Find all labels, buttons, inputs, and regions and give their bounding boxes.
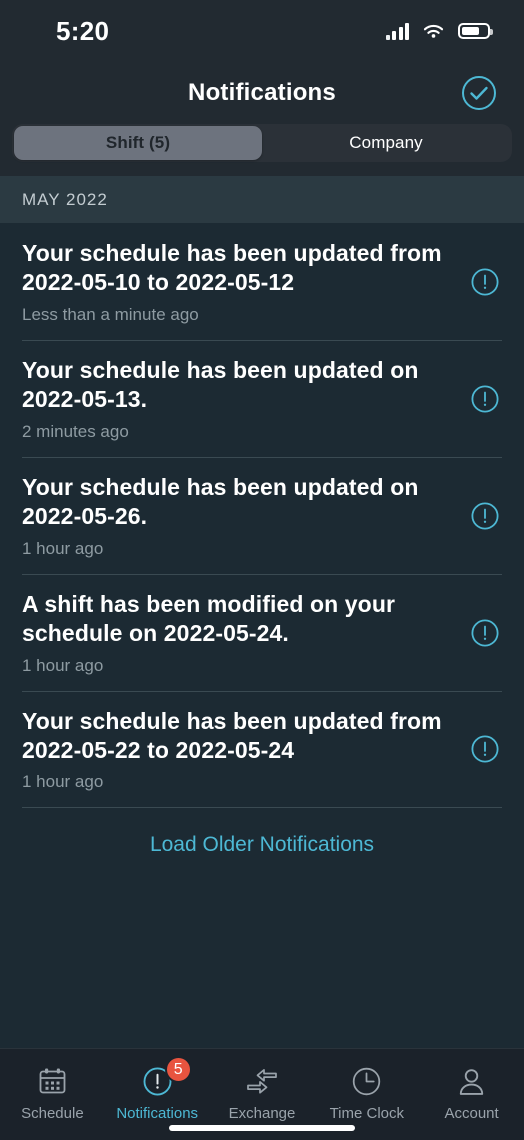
segmented-control-wrapper: Shift (5) Company <box>0 124 524 176</box>
notification-timestamp: 1 hour ago <box>22 655 104 675</box>
alert-circle-icon <box>471 619 499 647</box>
notification-row[interactable]: Your schedule has been updated on 2022-0… <box>0 339 524 457</box>
tab-notifications-label: Notifications <box>116 1105 199 1122</box>
section-header-may-2022: MAY 2022 <box>0 176 524 223</box>
home-indicator <box>169 1125 355 1131</box>
notification-timestamp: 1 hour ago <box>22 538 104 558</box>
notification-title: Your schedule has been updated on 2022-0… <box>22 356 419 413</box>
tab-exchange-icon-wrapper <box>244 1060 280 1102</box>
tab-shift[interactable]: Shift (5) <box>14 126 262 160</box>
notification-content: Your schedule has been updated on 2022-0… <box>22 356 468 442</box>
notification-status-button[interactable] <box>468 499 502 533</box>
notification-timestamp: 2 minutes ago <box>22 421 129 441</box>
notification-status-button[interactable] <box>468 382 502 416</box>
tab-company[interactable]: Company <box>262 126 510 160</box>
battery-icon <box>458 23 493 39</box>
notification-timestamp: Less than a minute ago <box>22 304 199 324</box>
notification-content: Your schedule has been updated on 2022-0… <box>22 473 468 559</box>
notification-status-button[interactable] <box>468 732 502 766</box>
tab-account-icon-wrapper <box>456 1060 487 1102</box>
notification-row[interactable]: Your schedule has been updated from 2022… <box>0 690 524 808</box>
wifi-icon <box>423 24 444 38</box>
notification-content: A shift has been modified on your schedu… <box>22 590 468 676</box>
notification-title: A shift has been modified on your schedu… <box>22 590 396 647</box>
notification-content: Your schedule has been updated from 2022… <box>22 239 468 325</box>
person-icon <box>459 1068 484 1095</box>
tab-schedule[interactable]: Schedule <box>0 1060 105 1140</box>
alert-circle-icon <box>471 385 499 413</box>
notification-title: Your schedule has been updated from 2022… <box>22 707 442 763</box>
notification-row[interactable]: Your schedule has been updated on 2022-0… <box>0 456 524 574</box>
page-title: Notifications <box>188 79 336 106</box>
status-bar: 5:20 <box>0 0 524 62</box>
notification-title: Your schedule has been updated on 2022-0… <box>22 473 419 530</box>
alert-circle-icon <box>471 502 499 530</box>
notification-row[interactable]: A shift has been modified on your schedu… <box>0 573 524 691</box>
swap-arrows-icon <box>247 1068 277 1094</box>
tab-schedule-label: Schedule <box>21 1105 84 1122</box>
notification-content: Your schedule has been updated from 2022… <box>22 707 468 793</box>
notification-timestamp: 1 hour ago <box>22 772 104 792</box>
notification-row[interactable]: Your schedule has been updated from 2022… <box>0 223 524 340</box>
segmented-control: Shift (5) Company <box>12 124 512 162</box>
tab-notifications-icon-wrapper: 5 <box>142 1056 192 1102</box>
check-circle-icon <box>462 76 496 110</box>
alert-circle-icon <box>471 735 499 763</box>
app-screen: 5:20 Notifications Shift (5) Company MAY… <box>0 0 524 1140</box>
notifications-list: Your schedule has been updated from 2022… <box>0 223 524 1048</box>
tab-exchange-label: Exchange <box>228 1105 296 1122</box>
tab-time-clock-label: Time Clock <box>329 1105 405 1122</box>
tab-account[interactable]: Account <box>419 1060 524 1140</box>
load-older-notifications-button[interactable]: Load Older Notifications <box>150 833 374 857</box>
notification-title: Your schedule has been updated from 2022… <box>22 240 442 296</box>
load-more-wrapper: Load Older Notifications <box>0 807 524 857</box>
status-bar-time: 5:20 <box>56 15 110 46</box>
cellular-signal-icon <box>385 22 409 40</box>
notifications-badge: 5 <box>164 1056 192 1083</box>
notification-status-button[interactable] <box>468 616 502 650</box>
tab-time-clock-icon-wrapper <box>351 1060 382 1102</box>
alert-circle-icon <box>471 268 499 296</box>
calendar-icon <box>39 1068 66 1093</box>
tab-account-label: Account <box>444 1105 499 1122</box>
mark-all-read-button[interactable] <box>458 72 500 114</box>
status-bar-indicators <box>385 22 493 40</box>
page-header: Notifications <box>0 62 524 124</box>
tab-schedule-icon-wrapper <box>37 1060 68 1102</box>
notification-status-button[interactable] <box>468 265 502 299</box>
clock-icon <box>353 1067 381 1095</box>
